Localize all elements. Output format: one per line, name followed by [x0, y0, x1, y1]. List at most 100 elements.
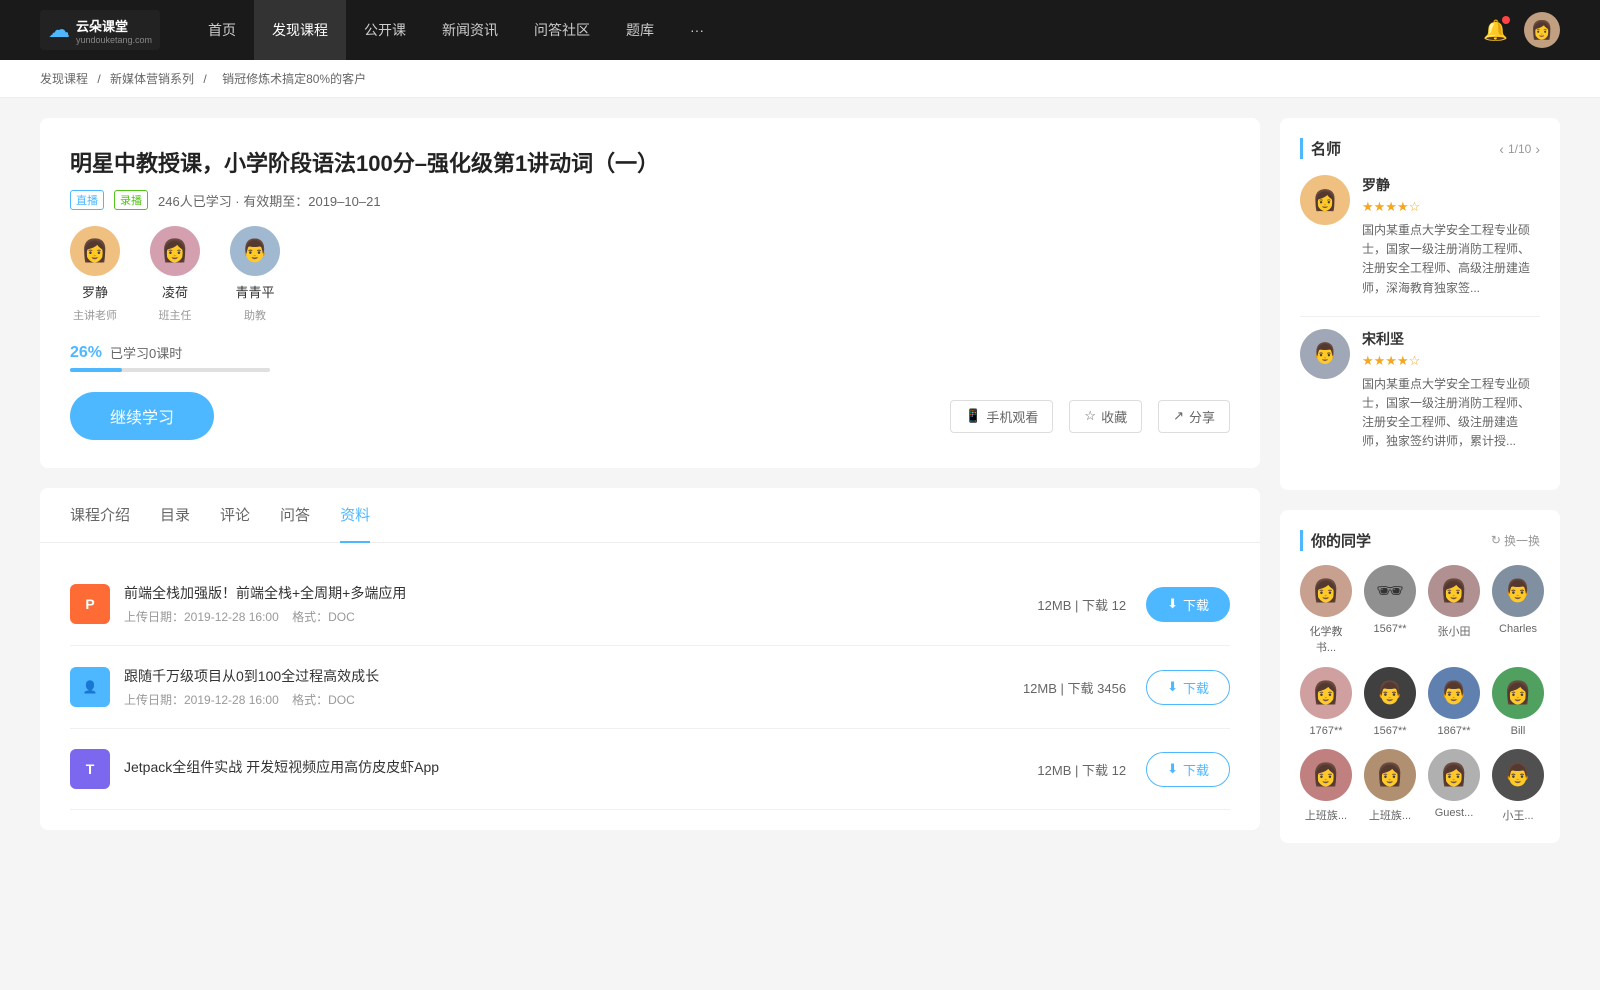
file-info-2: 跟随千万级项目从0到100全过程高效成长 上传日期：2019-12-28 16:… — [124, 666, 1023, 708]
download-icon-3: ⬇ — [1167, 761, 1178, 777]
logo[interactable]: ☁ 云朵课堂 yundouketang.com — [40, 10, 160, 50]
sidebar-teacher-1-name: 罗静 — [1362, 175, 1540, 195]
nav-qa[interactable]: 问答社区 — [516, 0, 608, 60]
file-info-3: Jetpack全组件实战 开发短视频应用高仿皮皮虾App — [124, 757, 1037, 782]
classmate-bill-name: Bill — [1511, 725, 1526, 737]
file-name-2: 跟随千万级项目从0到100全过程高效成长 — [124, 666, 1023, 686]
nav-more[interactable]: ··· — [672, 0, 722, 60]
download-button-2[interactable]: ⬇ 下载 — [1146, 670, 1230, 705]
classmate-7: 👨 1867** — [1428, 667, 1480, 737]
star-icon: ☆ — [1084, 408, 1096, 424]
classmate-9: 👩 上班族... — [1300, 749, 1352, 823]
favorite-button[interactable]: ☆ 收藏 — [1069, 400, 1142, 433]
user-avatar-nav[interactable]: 👩 — [1524, 12, 1560, 48]
breadcrumb-series[interactable]: 新媒体营销系列 — [110, 72, 194, 86]
nav-open-course[interactable]: 公开课 — [346, 0, 424, 60]
classmate-12-avatar: 👨 — [1492, 749, 1544, 801]
nav-quiz[interactable]: 题库 — [608, 0, 672, 60]
prev-teacher-arrow[interactable]: ‹ — [1499, 141, 1504, 157]
teacher-2: 👩 凌荷 班主任 — [150, 226, 200, 323]
nav-right-actions: 🔔 👩 — [1483, 12, 1560, 48]
mobile-view-button[interactable]: 📱 手机观看 — [950, 400, 1053, 433]
course-card: 明星中教授课，小学阶段语法100分–强化级第1讲动词（一） 直播 录播 246人… — [40, 118, 1260, 468]
classmates-title: 你的同学 — [1300, 530, 1371, 551]
teacher-2-avatar: 👩 — [150, 226, 200, 276]
progress-percent: 26% — [70, 344, 102, 362]
mobile-icon: 📱 — [965, 408, 981, 424]
download-icon-2: ⬇ — [1167, 679, 1178, 695]
sidebar-teacher-2-info: 宋利坚 ★★★★☆ 国内某重点大学安全工程专业硕士，国家一级注册消防工程师、注册… — [1362, 329, 1540, 452]
classmate-12-name: 小王... — [1502, 807, 1533, 823]
sidebar-teacher-2-avatar: 👨 — [1300, 329, 1350, 379]
refresh-icon: ↻ — [1491, 533, 1501, 547]
sidebar-teacher-1-desc: 国内某重点大学安全工程专业硕士，国家一级注册消防工程师、注册安全工程师、高级注册… — [1362, 221, 1540, 298]
file-name-1: 前端全栈加强版！前端全栈+全周期+多端应用 — [124, 583, 1037, 603]
logo-name: 云朵课堂 — [76, 16, 152, 35]
file-info-1: 前端全栈加强版！前端全栈+全周期+多端应用 上传日期：2019-12-28 16… — [124, 583, 1037, 625]
classmate-1: 👩 化学教书... — [1300, 565, 1352, 655]
breadcrumb: 发现课程 / 新媒体营销系列 / 销冠修炼术搞定80%的客户 — [0, 60, 1600, 98]
download-button-3[interactable]: ⬇ 下载 — [1146, 752, 1230, 787]
teacher-1-role: 主讲老师 — [73, 307, 117, 323]
breadcrumb-current: 销冠修炼术搞定80%的客户 — [222, 72, 366, 86]
file-stats-2: 12MB | 下载 3456 — [1023, 678, 1126, 697]
classmate-charles-avatar: 👨 — [1492, 565, 1544, 617]
download-button-1[interactable]: ⬇ 下载 — [1146, 587, 1230, 622]
teacher-3-name: 青青平 — [235, 282, 274, 301]
nav-news[interactable]: 新闻资讯 — [424, 0, 516, 60]
teacher-1: 👩 罗静 主讲老师 — [70, 226, 120, 323]
classmate-3: 👩 张小田 — [1428, 565, 1480, 655]
continue-button[interactable]: 继续学习 — [70, 392, 214, 440]
action-buttons: 📱 手机观看 ☆ 收藏 ↗ 分享 — [950, 400, 1230, 433]
next-teacher-arrow[interactable]: › — [1535, 141, 1540, 157]
sidebar-teacher-1: 👩 罗静 ★★★★☆ 国内某重点大学安全工程专业硕士，国家一级注册消防工程师、注… — [1300, 175, 1540, 298]
sidebar-teacher-2-desc: 国内某重点大学安全工程专业硕士，国家一级注册消防工程师、注册安全工程师、级注册建… — [1362, 375, 1540, 452]
tab-resources[interactable]: 资料 — [340, 488, 370, 543]
classmate-12: 👨 小王... — [1492, 749, 1544, 823]
tab-qa[interactable]: 问答 — [280, 488, 310, 543]
tab-reviews[interactable]: 评论 — [220, 488, 250, 543]
classmate-9-avatar: 👩 — [1300, 749, 1352, 801]
classmate-2-avatar: 🕶 — [1364, 565, 1416, 617]
teachers-section: 👩 罗静 主讲老师 👩 凌荷 班主任 👨 青青平 助教 — [70, 226, 1230, 323]
share-label: 分享 — [1189, 407, 1215, 426]
sidebar-teacher-2-name: 宋利坚 — [1362, 329, 1540, 349]
file-meta-2: 上传日期：2019-12-28 16:00 格式：DOC — [124, 691, 1023, 708]
nav-menu: 首页 发现课程 公开课 新闻资讯 问答社区 题库 ··· — [190, 0, 1483, 60]
nav-home[interactable]: 首页 — [190, 0, 254, 60]
classmate-11: 👩 Guest... — [1428, 749, 1480, 823]
refresh-button[interactable]: ↻ 换一换 — [1491, 532, 1540, 549]
tab-catalog[interactable]: 目录 — [160, 488, 190, 543]
classmate-6-name: 1567** — [1373, 725, 1406, 737]
teachers-pagination: ‹ 1/10 › — [1499, 141, 1540, 157]
teachers-sidebar-title: 名师 — [1300, 138, 1499, 159]
file-stats-1: 12MB | 下载 12 — [1037, 595, 1126, 614]
breadcrumb-discover[interactable]: 发现课程 — [40, 72, 88, 86]
logo-icon: ☁ — [48, 17, 70, 43]
share-icon: ↗ — [1173, 408, 1184, 424]
progress-bar-bg — [70, 368, 270, 372]
logo-sub: yundouketang.com — [76, 35, 152, 45]
course-title: 明星中教授课，小学阶段语法100分–强化级第1讲动词（一） — [70, 146, 1230, 178]
notification-dot — [1502, 16, 1510, 24]
classmate-bill: 👩 Bill — [1492, 667, 1544, 737]
teacher-3: 👨 青青平 助教 — [230, 226, 280, 323]
file-icon-1: P — [70, 584, 110, 624]
file-icon-3: T — [70, 749, 110, 789]
file-item-2: 👤 跟随千万级项目从0到100全过程高效成长 上传日期：2019-12-28 1… — [70, 646, 1230, 729]
share-button[interactable]: ↗ 分享 — [1158, 400, 1230, 433]
classmates-header: 你的同学 ↻ 换一换 — [1300, 530, 1540, 551]
favorite-label: 收藏 — [1101, 407, 1127, 426]
classmate-2: 🕶 1567** — [1364, 565, 1416, 655]
classmate-5-name: 1767** — [1309, 725, 1342, 737]
classmates-card: 你的同学 ↻ 换一换 👩 化学教书... 🕶 1567** 👩 张小田 — [1280, 510, 1560, 843]
nav-discover[interactable]: 发现课程 — [254, 0, 346, 60]
course-meta: 直播 录播 246人已学习 · 有效期至：2019–10–21 — [70, 190, 1230, 210]
file-meta-1: 上传日期：2019-12-28 16:00 格式：DOC — [124, 608, 1037, 625]
navbar: ☁ 云朵课堂 yundouketang.com 首页 发现课程 公开课 新闻资讯… — [0, 0, 1600, 60]
classmate-charles: 👨 Charles — [1492, 565, 1544, 655]
notification-bell[interactable]: 🔔 — [1483, 18, 1508, 43]
teacher-1-avatar: 👩 — [70, 226, 120, 276]
mobile-label: 手机观看 — [986, 407, 1038, 426]
tab-intro[interactable]: 课程介绍 — [70, 488, 130, 543]
